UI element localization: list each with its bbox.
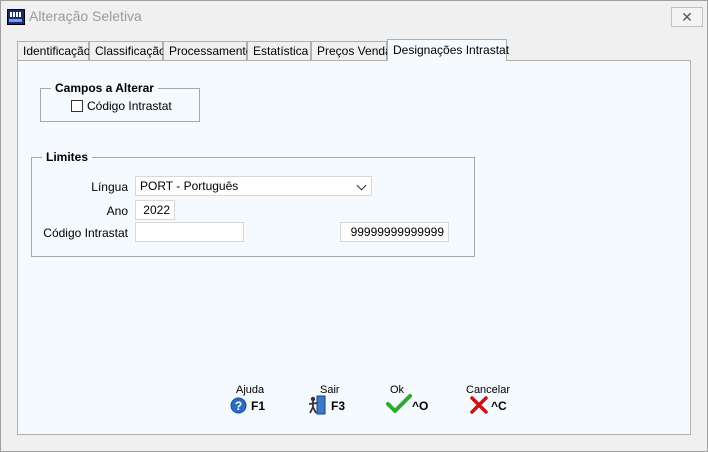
campos-a-alterar-legend: Campos a Alterar xyxy=(51,81,158,95)
lingua-label: Língua xyxy=(91,180,128,194)
limites-group: Limites Língua PORT - Português Ano 2022… xyxy=(31,150,475,257)
campos-a-alterar-group: Campos a Alterar Código Intrastat xyxy=(40,81,200,122)
checkmark-icon xyxy=(386,394,412,413)
cancel-x-icon xyxy=(470,396,488,414)
tab-classificacao[interactable]: Classificação xyxy=(89,41,166,60)
lingua-select-value: PORT - Português xyxy=(140,179,239,193)
limites-legend: Limites xyxy=(42,150,93,164)
tab-identificacao[interactable]: Identificação xyxy=(17,41,90,60)
help-button-key: F1 xyxy=(251,399,266,413)
ok-button-key: ^O xyxy=(412,399,429,413)
tab-panel-designacoes: Campos a Alterar Código Intrastat Limite… xyxy=(17,60,691,435)
tab-estatistica[interactable]: Estatística xyxy=(247,41,311,60)
ano-label: Ano xyxy=(106,204,128,218)
app-logo-icon xyxy=(7,9,25,25)
codigo-intrastat-to-input[interactable]: 99999999999999 xyxy=(340,222,449,242)
cancel-button-label: Cancelar xyxy=(466,384,511,396)
close-button[interactable]: ✕ xyxy=(671,7,703,27)
cancel-button-key: ^C xyxy=(491,399,507,413)
cancel-button[interactable]: Cancelar ^C xyxy=(465,384,535,416)
exit-button[interactable]: Sair F3 xyxy=(307,384,377,416)
codigo-intrastat-checkbox[interactable] xyxy=(71,100,83,112)
exit-door-icon xyxy=(308,395,326,415)
lingua-select[interactable]: PORT - Português xyxy=(135,176,372,196)
chevron-down-icon xyxy=(356,180,367,191)
help-icon: ? xyxy=(230,397,247,414)
ano-input[interactable]: 2022 xyxy=(135,200,175,220)
help-button[interactable]: Ajuda ? F1 xyxy=(229,384,299,416)
main-window: Alteração Seletiva ✕ Identificação Class… xyxy=(0,0,708,452)
svg-text:?: ? xyxy=(235,399,242,413)
title-bar: Alteração Seletiva ✕ xyxy=(1,1,707,31)
ok-button[interactable]: Ok ^O xyxy=(385,384,455,416)
tab-precos-venda[interactable]: Preços Venda xyxy=(311,41,392,60)
codigo-intrastat-checkbox-label[interactable]: Código Intrastat xyxy=(87,99,172,113)
codigo-intrastat-label: Código Intrastat xyxy=(43,226,128,240)
tab-processamento[interactable]: Processamento xyxy=(163,41,252,60)
exit-button-key: F3 xyxy=(331,399,346,413)
tab-designacoes-intrastat[interactable]: Designações Intrastat xyxy=(387,39,509,61)
help-button-label: Ajuda xyxy=(236,384,265,396)
window-title: Alteração Seletiva xyxy=(29,8,142,24)
codigo-intrastat-from-input[interactable] xyxy=(135,222,244,242)
